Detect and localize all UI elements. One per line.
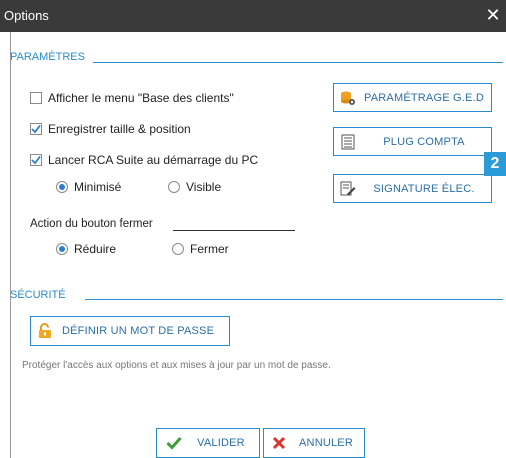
cancel-button[interactable]: ANNULER [263, 428, 365, 458]
document-sign-icon [339, 180, 357, 198]
save-size-position-checkbox[interactable]: Enregistrer taille & position [30, 122, 191, 136]
set-password-button[interactable]: DÉFINIR UN MOT DE PASSE [30, 316, 230, 346]
save-size-position-label: Enregistrer taille & position [48, 122, 191, 136]
checkbox-checked[interactable] [30, 154, 42, 166]
validate-label: VALIDER [197, 437, 245, 449]
show-clients-menu-checkbox[interactable]: Afficher le menu "Base des clients" [30, 91, 234, 105]
password-hint: Protéger l'accès aux options et aux mise… [22, 360, 331, 371]
radio-minimise-label: Minimisé [74, 180, 122, 194]
close-action-label: Action du bouton fermer [30, 218, 153, 230]
radio-fermer[interactable]: Fermer [172, 242, 229, 256]
checkbox-unchecked[interactable] [30, 92, 42, 104]
window-title: Options [4, 8, 49, 23]
show-clients-menu-label: Afficher le menu "Base des clients" [48, 91, 234, 105]
radio-reduire[interactable]: Réduire [56, 242, 116, 256]
launch-at-startup-label: Lancer RCA Suite au démarrage du PC [48, 153, 259, 167]
set-password-label: DÉFINIR UN MOT DE PASSE [62, 325, 215, 337]
close-action-divider [173, 230, 295, 231]
parametrage-ged-label: PARAMÉTRAGE G.E.D [364, 91, 484, 104]
parametres-divider [93, 62, 503, 63]
launch-at-startup-checkbox[interactable]: Lancer RCA Suite au démarrage du PC [30, 153, 258, 167]
radio-fermer-label: Fermer [190, 242, 229, 256]
plug-compta-button[interactable]: PLUG COMPTA [333, 127, 492, 156]
checkmark-icon [31, 124, 41, 134]
radio-visible-label: Visible [186, 180, 222, 194]
step-badge: 2 [484, 152, 506, 176]
radio-reduire-label: Réduire [74, 242, 117, 256]
securite-divider [85, 299, 503, 300]
plug-compta-label: PLUG COMPTA [383, 135, 465, 148]
check-icon [165, 434, 183, 452]
parametrage-ged-button[interactable]: PARAMÉTRAGE G.E.D [333, 83, 492, 112]
checkmark-icon [31, 155, 41, 165]
title-bar: Options ✕ [0, 0, 506, 32]
signature-elec-button[interactable]: SIGNATURE ÉLEC. [333, 174, 492, 203]
radio-visible[interactable]: Visible [168, 180, 221, 194]
parametres-section-title: PARAMÈTRES [10, 51, 85, 63]
x-icon [270, 434, 288, 452]
signature-elec-label: SIGNATURE ÉLEC. [373, 182, 475, 195]
securite-section-title: SÉCURITÉ [10, 289, 66, 301]
close-action-title: Action du bouton fermer [30, 218, 153, 230]
padlock-icon [36, 322, 54, 340]
close-icon[interactable]: ✕ [482, 4, 504, 26]
radio-unselected[interactable] [172, 243, 184, 255]
radio-selected[interactable] [56, 243, 68, 255]
cancel-label: ANNULER [299, 437, 353, 449]
radio-minimise[interactable]: Minimisé [56, 180, 121, 194]
radio-unselected[interactable] [168, 181, 180, 193]
radio-selected[interactable] [56, 181, 68, 193]
validate-button[interactable]: VALIDER [156, 428, 260, 458]
checkbox-checked[interactable] [30, 123, 42, 135]
spreadsheet-icon [339, 133, 357, 151]
database-gear-icon [339, 89, 357, 107]
